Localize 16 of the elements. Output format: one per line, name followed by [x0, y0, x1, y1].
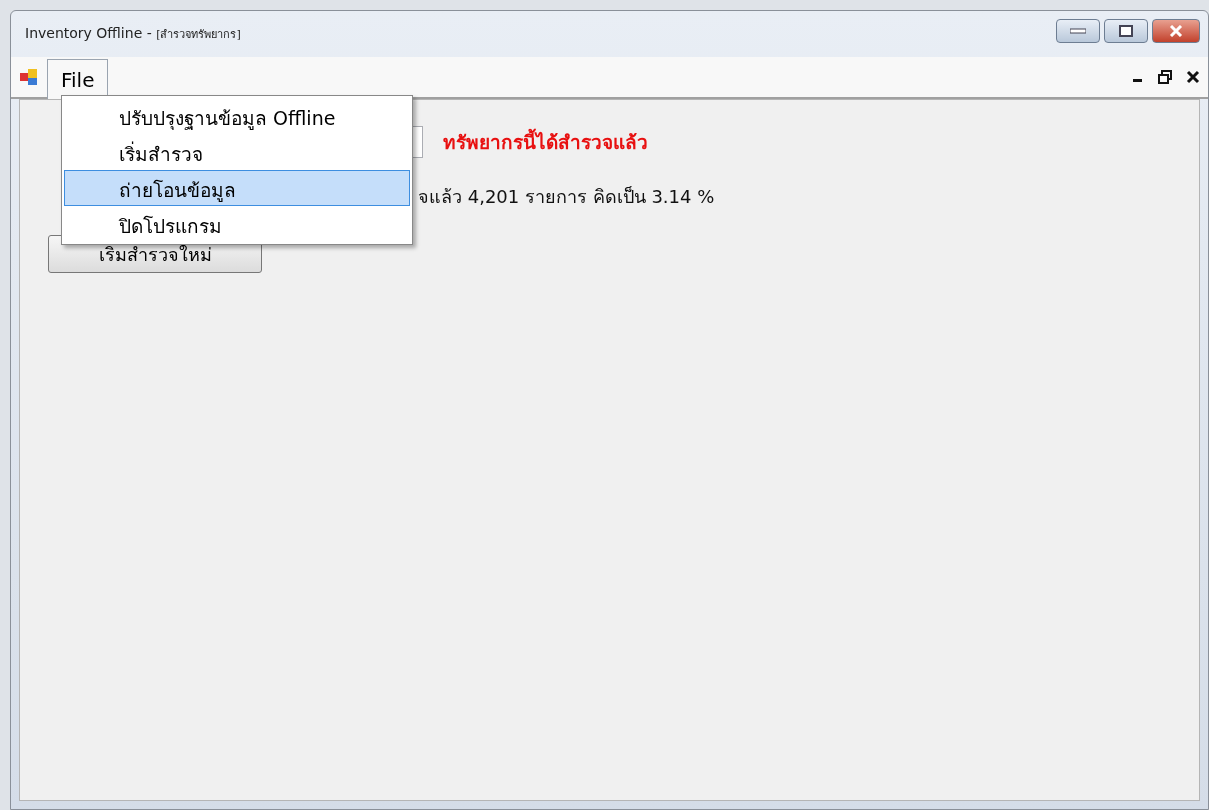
- menu-item[interactable]: ปรับปรุงฐานข้อมูล Offline: [64, 98, 410, 134]
- close-button[interactable]: [1152, 19, 1200, 43]
- window-title: Inventory Offline - [สำรวจทรัพยากร]: [25, 25, 242, 43]
- summary-text: จแล้ว 4,201 รายการ คิดเป็น 3.14 %: [418, 185, 716, 209]
- close-icon: [1169, 25, 1183, 37]
- menu-item[interactable]: ถ่ายโอนข้อมูล: [64, 170, 410, 206]
- minimize-button[interactable]: [1056, 19, 1100, 43]
- maximize-button[interactable]: [1104, 19, 1148, 43]
- menu-item[interactable]: File: [47, 59, 109, 99]
- status-message: ทรัพยากรนี้ได้สำรวจแล้ว: [443, 127, 648, 157]
- menu-item[interactable]: เริ่มสำรวจ: [64, 134, 410, 170]
- app-icon[interactable]: [19, 67, 39, 87]
- minimize-icon: [1070, 28, 1086, 34]
- restore-icon[interactable]: [1158, 70, 1172, 84]
- maximize-icon: [1119, 25, 1133, 37]
- close-icon[interactable]: [1186, 70, 1200, 84]
